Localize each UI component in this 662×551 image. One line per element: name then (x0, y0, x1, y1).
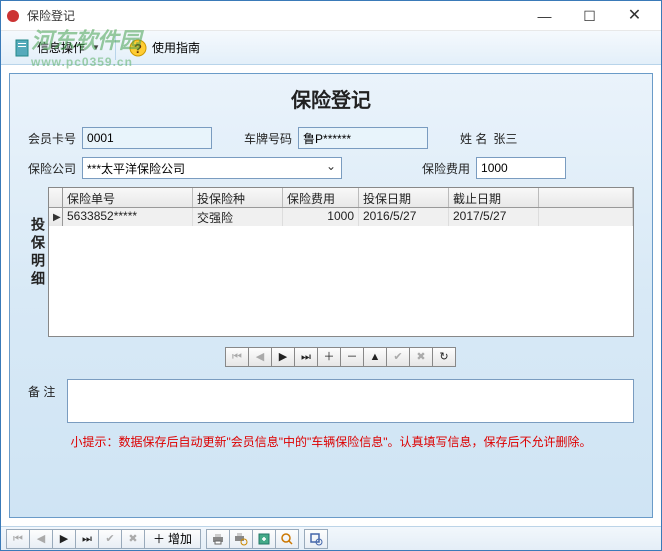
grid-header: 保险单号 投保险种 保险费用 投保日期 截止日期 (49, 188, 633, 208)
nav-last-button[interactable]: ⏭ (294, 347, 318, 367)
grid-header-start[interactable]: 投保日期 (359, 188, 449, 207)
printer-search-icon (234, 532, 248, 546)
info-ops-label: 信息操作 (37, 39, 85, 56)
cell-start[interactable]: 2016/5/27 (359, 208, 449, 226)
company-select[interactable] (82, 157, 342, 179)
app-window: 保险登记 — ☐ ✕ 河东软件园 www.pc0359.cn 信息操作 ▼ ? … (0, 0, 662, 551)
nav-add-button[interactable]: ＋ (317, 347, 341, 367)
export-button[interactable] (252, 529, 276, 549)
maximize-button[interactable]: ☐ (567, 2, 612, 30)
minimize-button[interactable]: — (522, 2, 567, 30)
plate-no-label: 车牌号码 (244, 130, 292, 147)
close-button[interactable]: ✕ (612, 2, 657, 30)
cell-end[interactable]: 2017/5/27 (449, 208, 539, 226)
window-title: 保险登记 (27, 7, 75, 24)
grid-header-policy-no[interactable]: 保险单号 (63, 188, 193, 207)
toolbar-separator (115, 36, 116, 60)
member-no-label: 会员卡号 (28, 130, 76, 147)
panel-title: 保险登记 (28, 84, 634, 113)
export-icon (257, 532, 271, 546)
detail-section: 投保明细 保险单号 投保险种 保险费用 投保日期 截止日期 (28, 187, 634, 367)
grid-header-end[interactable]: 截止日期 (449, 188, 539, 207)
remark-label: 备 注 (28, 379, 55, 423)
form-panel: 保险登记 会员卡号 车牌号码 姓 名 张三 保险公司 保险费用 (9, 73, 653, 518)
form-row-2: 保险公司 保险费用 (28, 157, 634, 179)
grid-navigator: ⏮ ◀ ▶ ⏭ ＋ － ▲ ✔ ✖ ↻ (48, 347, 634, 367)
main-toolbar: 河东软件园 www.pc0359.cn 信息操作 ▼ ? 使用指南 (1, 31, 661, 65)
form-row-1: 会员卡号 车牌号码 姓 名 张三 (28, 127, 634, 149)
info-ops-button[interactable]: 信息操作 ▼ (7, 36, 109, 60)
content-area: 保险登记 会员卡号 车牌号码 姓 名 张三 保险公司 保险费用 (1, 65, 661, 526)
print-button[interactable] (206, 529, 230, 549)
print-preview-button[interactable] (229, 529, 253, 549)
svg-text:?: ? (134, 41, 142, 56)
remark-row: 备 注 (28, 379, 634, 423)
row-indicator: ▶ (49, 208, 63, 226)
printer-icon (211, 532, 225, 546)
app-icon (5, 8, 21, 24)
bottom-prev-button[interactable]: ◀ (29, 529, 53, 549)
cell-spacer (539, 208, 633, 226)
bottom-first-button[interactable]: ⏮ (6, 529, 30, 549)
detail-grid[interactable]: 保险单号 投保险种 保险费用 投保日期 截止日期 ▶ 5633852***** … (48, 187, 634, 337)
remark-textarea[interactable] (67, 379, 634, 423)
cell-fee[interactable]: 1000 (283, 208, 359, 226)
plate-no-input[interactable] (298, 127, 428, 149)
bottom-toolbar: ⏮ ◀ ▶ ⏭ ✔ ✖ ＋ 增加 (1, 526, 661, 550)
document-icon (13, 38, 33, 58)
find-button[interactable] (275, 529, 299, 549)
fee-label: 保险费用 (422, 160, 470, 177)
grid-header-selector[interactable] (49, 188, 63, 207)
nav-delete-button[interactable]: － (340, 347, 364, 367)
nav-cancel-button[interactable]: ✖ (409, 347, 433, 367)
nav-edit-button[interactable]: ▲ (363, 347, 387, 367)
nav-ok-button[interactable]: ✔ (386, 347, 410, 367)
bottom-add-label: 增加 (168, 530, 192, 548)
nav-next-button[interactable]: ▶ (271, 347, 295, 367)
cell-policy-no[interactable]: 5633852***** (63, 208, 193, 226)
guide-button[interactable]: ? 使用指南 (122, 36, 206, 60)
chevron-down-icon: ▼ (89, 43, 103, 52)
nav-refresh-button[interactable]: ↻ (432, 347, 456, 367)
bottom-next-button[interactable]: ▶ (52, 529, 76, 549)
magnify-icon (309, 532, 323, 546)
search-icon (280, 532, 294, 546)
fee-input[interactable] (476, 157, 566, 179)
member-no-input[interactable] (82, 127, 212, 149)
nav-first-button[interactable]: ⏮ (225, 347, 249, 367)
bottom-cancel-button[interactable]: ✖ (121, 529, 145, 549)
bottom-ok-button[interactable]: ✔ (98, 529, 122, 549)
grid-header-spacer (539, 188, 633, 207)
company-label: 保险公司 (28, 160, 76, 177)
plus-icon: ＋ (153, 530, 165, 548)
view-button[interactable] (304, 529, 328, 549)
detail-label: 投保明细 (28, 187, 48, 367)
grid-header-fee[interactable]: 保险费用 (283, 188, 359, 207)
grid-header-type[interactable]: 投保险种 (193, 188, 283, 207)
title-bar: 保险登记 — ☐ ✕ (1, 1, 661, 31)
name-label: 姓 名 (460, 130, 487, 147)
cell-type[interactable]: 交强险 (193, 208, 283, 226)
bottom-add-button[interactable]: ＋ 增加 (144, 529, 201, 549)
name-value: 张三 (493, 130, 517, 147)
nav-prev-button[interactable]: ◀ (248, 347, 272, 367)
grid-row[interactable]: ▶ 5633852***** 交强险 1000 2016/5/27 2017/5… (49, 208, 633, 226)
bottom-last-button[interactable]: ⏭ (75, 529, 99, 549)
help-icon: ? (128, 38, 148, 58)
tip-text: 小提示：数据保存后自动更新"会员信息"中的"车辆保险信息"。认真填写信息，保存后… (28, 433, 634, 450)
guide-label: 使用指南 (152, 39, 200, 56)
